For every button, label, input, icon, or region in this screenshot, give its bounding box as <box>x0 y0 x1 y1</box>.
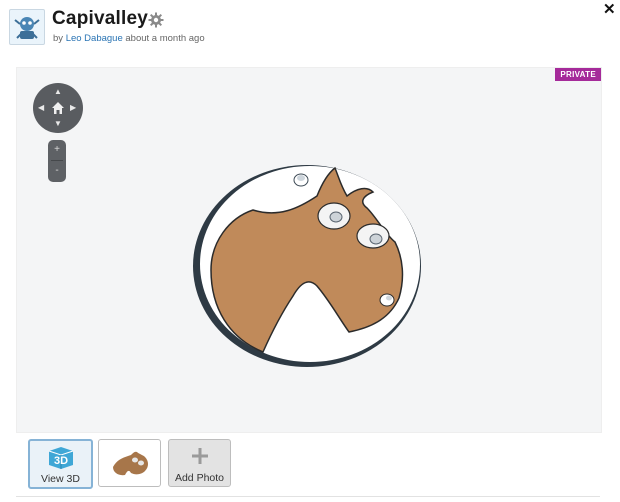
footer-divider <box>16 496 600 497</box>
arrow-up-icon[interactable]: ▲ <box>54 88 62 96</box>
user-avatar[interactable] <box>9 9 45 45</box>
arrow-right-icon[interactable]: ▶ <box>70 104 76 112</box>
private-badge: PRIVATE <box>555 68 601 81</box>
byline-prefix: by <box>53 33 64 44</box>
view-3d-thumbnail[interactable]: 3D View 3D <box>28 439 93 489</box>
capybara-thumbnail-icon <box>113 451 148 476</box>
robot-icon <box>14 17 40 39</box>
view-3d-icon: 3D <box>48 447 74 469</box>
add-photo-label: Add Photo <box>174 472 225 484</box>
add-photo-button[interactable]: Add Photo <box>168 439 231 487</box>
view-3d-label: View 3D <box>41 473 80 485</box>
zoom-out-button[interactable]: - <box>48 166 66 176</box>
home-icon[interactable] <box>50 100 66 116</box>
gear-icon[interactable] <box>148 12 164 28</box>
svg-text:3D: 3D <box>54 455 68 467</box>
capybara-model[interactable] <box>189 158 429 368</box>
orbit-control[interactable]: ▲ ▼ ◀ ▶ <box>33 83 83 133</box>
arrow-left-icon[interactable]: ◀ <box>38 104 44 112</box>
zoom-in-button[interactable]: + <box>48 145 66 155</box>
zoom-divider <box>51 160 63 161</box>
model-thumbnail[interactable] <box>98 439 161 487</box>
page-header: Capivalley by Leo Dabague about a month … <box>0 0 620 56</box>
page-title: Capivalley <box>52 8 148 29</box>
model-viewer[interactable]: PRIVATE ▲ ▼ ◀ ▶ + - <box>16 67 602 433</box>
byline: by Leo Dabague about a month ago <box>53 33 205 44</box>
zoom-control[interactable]: + - <box>48 140 66 182</box>
arrow-down-icon[interactable]: ▼ <box>54 120 62 128</box>
timestamp: about a month ago <box>125 33 205 44</box>
close-button[interactable]: ✕ <box>603 0 616 18</box>
plus-icon <box>192 448 208 464</box>
author-link[interactable]: Leo Dabague <box>66 33 123 44</box>
